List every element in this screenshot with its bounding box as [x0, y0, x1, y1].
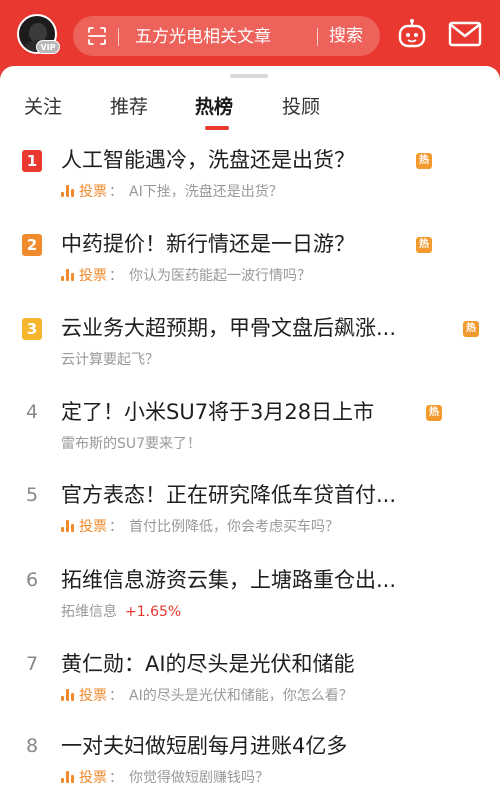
content-panel: 关注 推荐 热榜 投顾 1 人工智能遇冷，洗盘还是出货？热投票： AI下挫，洗盘还是…: [0, 66, 500, 811]
hot-badge: 热: [426, 405, 442, 421]
item-title[interactable]: 定了！小米SU7将于3月28日上市: [61, 396, 374, 428]
list-item[interactable]: 6 拓维信息游资云集，上塘路重仓出... 拓维信息 +1.65%: [0, 556, 500, 638]
rank-number: 1: [22, 150, 42, 172]
rank-number: 3: [22, 318, 42, 340]
subtitle-text: AI下挫，洗盘还是出货？: [129, 184, 283, 200]
item-title[interactable]: 拓维信息游资云集，上塘路重仓出...: [61, 564, 396, 596]
subtitle-text: 你觉得做短剧赚钱吗？: [129, 770, 269, 786]
stock-change: +1.65%: [125, 604, 182, 620]
subtitle-text: AI的尽头是光伏和储能，你怎么看？: [129, 688, 353, 704]
vote-label: 投票: [79, 770, 107, 786]
search-divider: [118, 28, 119, 46]
tab-hot-list[interactable]: 热榜: [195, 92, 233, 122]
subtitle-text: 你认为医药能起一波行情吗？: [129, 268, 311, 284]
vote-icon: [61, 520, 75, 532]
vote-colon: ：: [109, 184, 123, 200]
rank-number: 4: [25, 401, 39, 423]
rank-number: 6: [25, 569, 39, 591]
item-subtitle[interactable]: 云计算要起飞？: [61, 350, 159, 370]
rank-number: 7: [25, 653, 39, 675]
item-subtitle[interactable]: 投票： 你觉得做短剧赚钱吗？: [61, 768, 269, 788]
subtitle-text: 云计算要起飞？: [61, 352, 159, 368]
subtitle-text: 拓维信息: [61, 604, 117, 620]
item-subtitle[interactable]: 投票： 首付比例降低，你会考虑买车吗？: [61, 517, 339, 537]
search-input[interactable]: 五方光电相关文章: [135, 26, 271, 48]
hot-badge: 热: [463, 321, 479, 337]
vote-colon: ：: [109, 519, 123, 535]
search-button[interactable]: 搜索: [329, 25, 363, 47]
list-item[interactable]: 2 中药提价！新行情还是一日游？ 热投票： 你认为医药能起一波行情吗？: [0, 220, 500, 302]
vote-icon: [61, 771, 75, 783]
tab-recommend[interactable]: 推荐: [110, 92, 148, 122]
scan-icon[interactable]: [87, 26, 107, 46]
item-title[interactable]: 黄仁勋：AI的尽头是光伏和储能: [61, 648, 355, 680]
item-title[interactable]: 云业务大超预期，甲骨文盘后飙涨...: [61, 312, 396, 344]
rank-number: 2: [22, 234, 42, 256]
tab-advisor[interactable]: 投顾: [282, 92, 320, 122]
item-title[interactable]: 人工智能遇冷，洗盘还是出货？: [61, 144, 355, 176]
rank-number: 8: [25, 735, 39, 757]
item-subtitle[interactable]: 拓维信息 +1.65%: [61, 602, 181, 622]
vote-colon: ：: [109, 688, 123, 704]
vip-badge: VIP: [36, 40, 60, 54]
list-item[interactable]: 1 人工智能遇冷，洗盘还是出货？ 热投票： AI下挫，洗盘还是出货？: [0, 136, 500, 218]
vote-label: 投票: [79, 184, 107, 200]
item-subtitle[interactable]: 投票： AI下挫，洗盘还是出货？: [61, 182, 283, 202]
robot-assistant-icon[interactable]: [396, 18, 428, 50]
list-item[interactable]: 5 官方表态！正在研究降低车贷首付... 投票： 首付比例降低，你会考虑买车吗？: [0, 471, 500, 553]
tab-follow[interactable]: 关注: [24, 92, 62, 122]
search-button-divider: [317, 28, 318, 46]
list-item[interactable]: 7 黄仁勋：AI的尽头是光伏和储能投票： AI的尽头是光伏和储能，你怎么看？: [0, 640, 500, 722]
vote-colon: ：: [109, 268, 123, 284]
tab-bar: 关注 推荐 热榜 投顾: [0, 92, 500, 132]
subtitle-text: 首付比例降低，你会考虑买车吗？: [129, 519, 339, 535]
list-item[interactable]: 3 云业务大超预期，甲骨文盘后飙涨... 热云计算要起飞？: [0, 304, 500, 386]
vote-icon: [61, 269, 75, 281]
vote-label: 投票: [79, 688, 107, 704]
hot-badge: 热: [416, 237, 432, 253]
hot-badge: 热: [416, 153, 432, 169]
item-title[interactable]: 一对夫妇做短剧每月进账4亿多: [61, 730, 347, 762]
list-item[interactable]: 4 定了！小米SU7将于3月28日上市 热雷布斯的SU7要来了！: [0, 388, 500, 470]
drag-handle[interactable]: [230, 74, 268, 78]
active-tab-indicator: [205, 126, 229, 130]
item-title[interactable]: 官方表态！正在研究降低车贷首付...: [61, 479, 396, 511]
item-subtitle[interactable]: 雷布斯的SU7要来了！: [61, 434, 201, 454]
item-title[interactable]: 中药提价！新行情还是一日游？: [61, 228, 355, 260]
subtitle-text: 雷布斯的SU7要来了！: [61, 436, 202, 452]
rank-number: 5: [25, 484, 39, 506]
mail-icon[interactable]: [448, 20, 482, 48]
top-header: VIP 五方光电相关文章 搜索: [0, 0, 500, 70]
vote-icon: [61, 689, 75, 701]
search-bar[interactable]: 五方光电相关文章 搜索: [73, 16, 380, 56]
vote-label: 投票: [79, 268, 107, 284]
item-subtitle[interactable]: 投票： AI的尽头是光伏和储能，你怎么看？: [61, 686, 353, 706]
item-subtitle[interactable]: 投票： 你认为医药能起一波行情吗？: [61, 266, 311, 286]
vote-label: 投票: [79, 519, 107, 535]
vote-icon: [61, 185, 75, 197]
vote-colon: ：: [109, 770, 123, 786]
list-item[interactable]: 8 一对夫妇做短剧每月进账4亿多投票： 你觉得做短剧赚钱吗？: [0, 722, 500, 804]
